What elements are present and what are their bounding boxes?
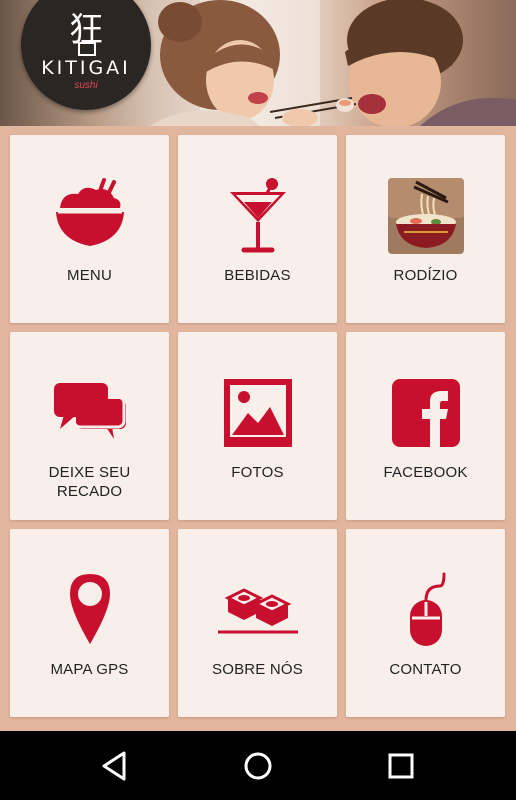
tile-bebidas[interactable]: BEBIDAS (178, 135, 337, 323)
tile-facebook[interactable]: FACEBOOK (346, 332, 505, 520)
logo-square (78, 42, 96, 56)
header-banner: 狂 KITIGAI sushi (0, 0, 516, 126)
tile-label: FACEBOOK (383, 464, 468, 481)
tile-label: MENU (67, 267, 112, 284)
sushi-icon (217, 588, 298, 634)
logo-name: KITIGAI (41, 57, 131, 79)
photo-icon (223, 379, 292, 447)
tile-rodizio[interactable]: RODÍZIO (346, 135, 505, 323)
tile-label: RODÍZIO (393, 267, 458, 284)
tile-contato[interactable]: CONTATO (346, 529, 505, 717)
tile-menu[interactable]: MENU (10, 135, 169, 323)
tile-label: MAPA GPS (50, 661, 129, 678)
logo-sub: sushi (74, 80, 98, 91)
map-pin-icon (69, 574, 110, 644)
recents-icon[interactable] (384, 749, 418, 783)
tile-deixe-seu-recado[interactable]: DEIXE SEU RECADO (10, 332, 169, 520)
rice-bowl-icon (55, 178, 124, 246)
tile-label: DEIXE SEU RECADO (48, 464, 131, 500)
facebook-icon (391, 379, 460, 447)
tile-fotos[interactable]: FOTOS (178, 332, 337, 520)
tile-label: BEBIDAS (224, 267, 291, 284)
tile-mapa-gps[interactable]: MAPA GPS (10, 529, 169, 717)
back-icon[interactable] (98, 749, 132, 783)
tile-label: SOBRE NÓS (212, 661, 303, 678)
home-icon[interactable] (241, 749, 275, 783)
tile-label: FOTOS (231, 464, 284, 481)
menu-grid: MENU BEBIDAS RODÍZIO DEIXE SEU RECADO FO… (10, 135, 506, 718)
cocktail-icon (229, 178, 286, 253)
tile-label: CONTATO (389, 661, 462, 678)
android-navbar (0, 731, 516, 800)
mouse-icon (409, 572, 445, 646)
tile-sobre-nos[interactable]: SOBRE NÓS (178, 529, 337, 717)
ramen-bowl-icon (387, 178, 464, 254)
chat-bubbles-icon (53, 383, 126, 439)
